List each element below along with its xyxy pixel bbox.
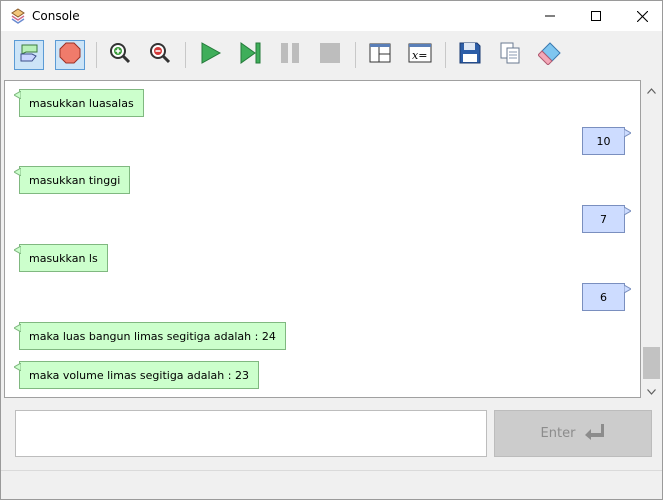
stop-toggle-button[interactable] — [55, 40, 85, 70]
bubble-tail — [624, 129, 631, 137]
clear-button[interactable] — [535, 40, 565, 70]
stop-octagon-icon — [58, 41, 82, 69]
zoom-in-icon — [108, 41, 132, 69]
save-icon — [458, 41, 482, 69]
halt-button[interactable] — [315, 40, 345, 70]
console-scrollbar[interactable] — [641, 80, 662, 398]
bubble-tail — [14, 246, 21, 254]
output-message: maka luas bangun limas segitiga adalah :… — [19, 322, 286, 350]
pause-button[interactable] — [275, 40, 305, 70]
bubble-tail — [14, 168, 21, 176]
layout-icon — [368, 41, 392, 69]
zoom-out-button[interactable] — [145, 40, 175, 70]
zoom-in-button[interactable] — [105, 40, 135, 70]
step-button[interactable] — [235, 40, 265, 70]
toolbar-separator — [355, 42, 356, 68]
input-message: 6 — [582, 283, 625, 311]
eraser-icon — [537, 41, 562, 69]
step-icon — [238, 41, 262, 69]
minimize-button[interactable] — [527, 1, 573, 31]
output-message: maka volume limas segitiga adalah : 23 — [19, 361, 259, 389]
copy-button[interactable] — [495, 40, 525, 70]
app-icon — [10, 8, 26, 24]
output-message: masukkan ls — [19, 244, 108, 272]
show-console-button[interactable] — [14, 40, 44, 70]
scroll-thumb[interactable] — [643, 347, 660, 379]
message-text: 10 — [596, 134, 611, 148]
enter-button-label: Enter — [540, 426, 576, 441]
save-button[interactable] — [455, 40, 485, 70]
scroll-down-button[interactable] — [641, 381, 662, 398]
chevron-down-icon — [647, 380, 656, 399]
toolbar-separator — [445, 42, 446, 68]
message-text: 6 — [600, 290, 607, 304]
pause-icon — [278, 41, 302, 69]
message-text: masukkan ls — [29, 251, 98, 265]
bubble-tail — [624, 285, 631, 293]
toolbar: x= — [1, 31, 662, 79]
chevron-up-icon — [647, 79, 656, 98]
variables-icon: x= — [408, 41, 432, 69]
status-divider — [1, 470, 662, 471]
console-icon — [17, 41, 41, 69]
output-message: masukkan luasalas — [19, 89, 144, 117]
output-message: masukkan tinggi — [19, 166, 131, 194]
copy-icon — [498, 41, 522, 69]
svg-text:x=: x= — [412, 49, 427, 62]
message-text: maka volume limas segitiga adalah : 23 — [29, 368, 249, 382]
message-text: masukkan tinggi — [29, 173, 121, 187]
console-input-field[interactable] — [15, 410, 487, 457]
input-message: 7 — [582, 205, 625, 233]
input-message: 10 — [582, 127, 625, 155]
message-text: maka luas bangun limas segitiga adalah :… — [29, 329, 276, 343]
maximize-button[interactable] — [573, 1, 619, 31]
console-window: Console x= masukkan luasalas 10 masukkan… — [0, 0, 663, 500]
bubble-tail — [14, 91, 21, 99]
enter-arrow-icon — [583, 423, 605, 445]
scroll-up-button[interactable] — [641, 80, 662, 97]
title-bar: Console — [1, 1, 662, 31]
message-text: masukkan luasalas — [29, 96, 134, 110]
stop-square-icon — [318, 41, 342, 69]
enter-button[interactable]: Enter — [494, 410, 652, 457]
play-icon — [198, 41, 222, 69]
close-button[interactable] — [619, 1, 663, 31]
toolbar-separator — [185, 42, 186, 68]
layout-button[interactable] — [365, 40, 395, 70]
bubble-tail — [624, 207, 631, 215]
variables-button[interactable]: x= — [405, 40, 435, 70]
message-text: 7 — [600, 212, 607, 226]
window-title: Console — [32, 9, 80, 23]
run-button[interactable] — [195, 40, 225, 70]
bubble-tail — [14, 324, 21, 332]
zoom-out-icon — [148, 41, 172, 69]
console-output: masukkan luasalas 10 masukkan tinggi 7 m… — [4, 80, 641, 398]
bubble-tail — [14, 363, 21, 371]
toolbar-separator — [96, 42, 97, 68]
